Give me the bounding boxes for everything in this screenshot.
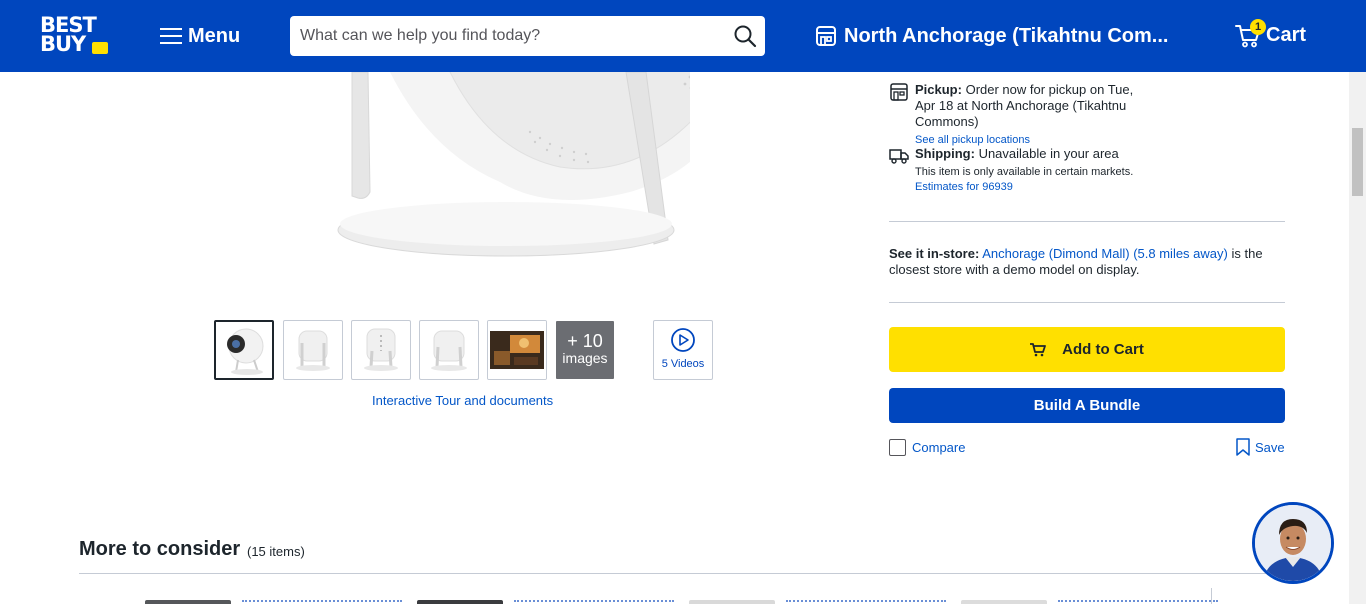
carousel-item-title (786, 598, 956, 604)
see-in-store-label: See it in-store: (889, 246, 980, 261)
page-scrollbar[interactable] (1349, 72, 1366, 604)
add-to-cart-button[interactable]: Add to Cart (889, 327, 1285, 372)
add-to-cart-label: Add to Cart (1062, 341, 1144, 358)
scrollbar-thumb[interactable] (1352, 128, 1363, 196)
store-label: North Anchorage (Tikahtnu Com... (844, 24, 1169, 47)
carousel-item-image (417, 600, 503, 604)
logo-tag (92, 42, 108, 54)
compare-label: Compare (912, 440, 966, 455)
build-bundle-label: Build A Bundle (1033, 397, 1141, 414)
shipping-estimates-link[interactable]: Estimates for 96939 (915, 180, 1155, 195)
cart-count-badge: 1 (1250, 19, 1266, 35)
hamburger-icon (160, 28, 182, 44)
carousel-item-title (514, 598, 684, 604)
thumbnail-1[interactable] (214, 320, 274, 380)
chat-assistant-avatar[interactable] (1252, 502, 1334, 584)
carousel-item-image (961, 600, 1047, 604)
store-icon (816, 26, 836, 46)
cart-small-icon (1030, 342, 1047, 356)
menu-button[interactable]: Menu (160, 22, 240, 50)
divider (79, 573, 1285, 574)
videos-button[interactable]: 5 Videos (653, 320, 713, 380)
see-in-store: See it in-store: Anchorage (Dimond Mall)… (889, 246, 1285, 278)
more-to-consider-title: More to consider (79, 538, 241, 560)
play-icon (671, 328, 695, 352)
carousel-item-title (1058, 598, 1228, 604)
divider (889, 302, 1285, 303)
search-icon[interactable] (733, 24, 757, 48)
cart-icon: 1 (1234, 19, 1266, 49)
logo-line-2: BUY (40, 32, 86, 56)
shipping-icon (889, 149, 909, 164)
pickup-label: Pickup: (915, 82, 962, 97)
pickup-icon (890, 83, 908, 101)
thumbnail-2[interactable] (283, 320, 343, 380)
shipping-label: Shipping: (915, 146, 975, 161)
bookmark-icon (1236, 438, 1250, 456)
interactive-tour-link[interactable]: Interactive Tour and documents (372, 393, 553, 408)
divider (1211, 588, 1212, 604)
cart-label: Cart (1266, 23, 1307, 46)
cart-button[interactable]: 1 Cart (1234, 18, 1306, 52)
more-images-count: + 10 (567, 331, 603, 351)
divider (889, 221, 1285, 222)
site-header: BEST BUY Menu North Anchorage (Tikahtnu … (0, 0, 1366, 72)
best-buy-logo[interactable]: BEST BUY (40, 15, 108, 57)
thumbnail-5[interactable] (487, 320, 547, 380)
product-main-image[interactable] (330, 72, 690, 262)
carousel-item-image (689, 600, 775, 604)
thumbnail-4[interactable] (419, 320, 479, 380)
menu-label: Menu (188, 24, 241, 47)
shipping-note: This item is only available in certain m… (915, 166, 1134, 178)
carousel-item-title (242, 598, 412, 604)
more-images-label: images (562, 350, 608, 366)
build-bundle-button[interactable]: Build A Bundle (889, 388, 1285, 423)
search-input[interactable] (290, 16, 720, 56)
search-bar (290, 16, 765, 56)
carousel-item-image (145, 600, 231, 604)
store-selector[interactable]: North Anchorage (Tikahtnu Com... (814, 22, 1168, 50)
demo-store-link[interactable]: Anchorage (Dimond Mall) (5.8 miles away) (982, 246, 1228, 261)
save-label: Save (1255, 439, 1285, 455)
save-button[interactable]: Save (1236, 438, 1285, 456)
more-to-consider-count: (15 items) (247, 544, 305, 559)
more-images-button[interactable]: + 10 images (556, 321, 614, 379)
shipping-text: Unavailable in your area (978, 146, 1119, 161)
checkbox-icon[interactable] (889, 439, 906, 456)
compare-checkbox[interactable]: Compare (889, 439, 965, 456)
videos-label: 5 Videos (661, 358, 705, 370)
thumbnail-3[interactable] (351, 320, 411, 380)
